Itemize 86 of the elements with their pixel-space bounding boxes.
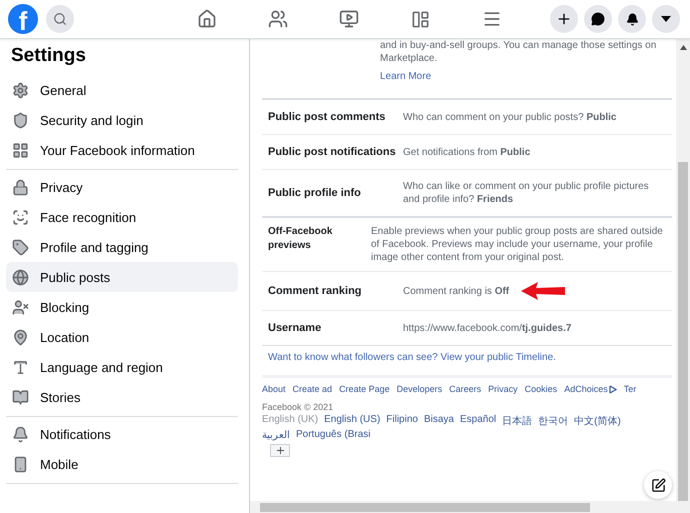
footer-link[interactable]: Create ad (292, 384, 332, 394)
sidebar-item[interactable]: Notifications (6, 419, 238, 449)
setting-value: Who can comment on your public posts? Public (403, 110, 616, 124)
setting-label: Off-Facebook previews (268, 225, 334, 253)
vertical-scrollbar[interactable] (676, 39, 690, 501)
language-link[interactable]: 한국어 (538, 414, 568, 428)
search-icon (53, 12, 67, 26)
sidebar-item[interactable]: Privacy (6, 172, 238, 202)
language-link[interactable]: Português (Brasi (296, 429, 370, 441)
sidebar-item[interactable]: General (6, 75, 238, 105)
language-link[interactable]: 中文(简体) (574, 414, 621, 428)
sidebar-item[interactable]: Security and login (6, 105, 238, 135)
sidebar-item[interactable]: Blocking (6, 292, 238, 322)
phone-icon (12, 456, 29, 472)
settings-title: Settings (11, 45, 87, 67)
setting-value: Comment ranking is Off (403, 284, 510, 298)
globe-icon (12, 268, 29, 286)
messenger-button[interactable] (584, 5, 612, 33)
settings-row[interactable]: Username https://www.facebook.com/tj.guides.7 (262, 310, 672, 345)
sidebar-item[interactable]: Face recognition (6, 202, 238, 232)
settings-row[interactable]: Public post comments Who can comment on your public posts? Public (262, 98, 672, 134)
setting-value: Enable previews when your public group posts are shared outside of Facebook. Previews may include your username, your profile image other content from your original post. (371, 225, 664, 264)
sidebar-item[interactable]: Your Facebook information (6, 135, 238, 165)
sidebar-item[interactable]: Profile and tagging (6, 232, 238, 262)
settings-row[interactable]: Public post notifications Get notifications from Public (262, 134, 672, 169)
setting-label: Username (268, 321, 322, 335)
language-link[interactable]: English (US) (324, 414, 380, 428)
map-pin-icon (12, 328, 29, 346)
sidebar-item[interactable]: Public posts (6, 262, 238, 292)
plus-icon (274, 445, 286, 456)
setting-value: Who can like or comment on your public profile pictures and profile info? Friends (403, 180, 650, 206)
setting-value: Get notifications from Public (403, 146, 530, 158)
adchoices-icon (608, 384, 617, 394)
settings-row[interactable]: Comment ranking Comment ranking is Off (262, 271, 672, 310)
setting-value: https://www.facebook.com/tj.guides.7 (403, 322, 572, 334)
public-timeline-link[interactable]: Want to know what followers can see? View your public Timeline. (262, 345, 672, 375)
bell-icon (12, 426, 29, 442)
bell-icon (626, 12, 638, 26)
footer-link[interactable]: Developers (396, 384, 442, 394)
create-button[interactable] (550, 5, 578, 33)
add-language-button[interactable] (270, 444, 290, 457)
language-link[interactable]: Filipino (386, 414, 418, 428)
footer-link[interactable]: Cookies (524, 384, 558, 394)
plus-icon (556, 11, 572, 27)
setting-label: Public profile info (268, 186, 362, 200)
account-menu-button[interactable] (652, 5, 680, 33)
footer-link[interactable]: Ter (624, 384, 636, 394)
compose-button[interactable] (644, 471, 672, 499)
footer-link[interactable]: About (262, 384, 286, 394)
caret-icon (661, 16, 671, 22)
setting-label: Comment ranking (268, 284, 363, 298)
footer-link[interactable]: Create Page (339, 384, 390, 394)
grid-icon (12, 142, 29, 158)
sidebar-item[interactable]: Mobile (6, 449, 238, 479)
sidebar-item[interactable]: Location (6, 322, 238, 352)
learn-more-link[interactable]: Learn More (380, 71, 432, 82)
footer-link[interactable]: AdChoices (564, 384, 617, 394)
gear-icon (12, 82, 29, 98)
setting-label: Public post notifications (268, 145, 397, 159)
footer-link[interactable]: Privacy (488, 384, 518, 394)
notifications-button[interactable] (618, 5, 646, 33)
pen-square-icon (650, 478, 666, 492)
copyright-text: Facebook © 2021 (262, 402, 334, 412)
letters-icon (12, 358, 29, 376)
chat-bubble-icon (591, 12, 605, 26)
user-blocked-icon (12, 298, 29, 316)
lock-icon (12, 178, 29, 196)
language-link[interactable]: Bisaya (424, 414, 454, 428)
footer-link[interactable]: Careers (449, 384, 482, 394)
horizontal-scrollbar[interactable] (250, 501, 690, 513)
scroll-up-icon (680, 45, 686, 50)
sidebar-item[interactable]: Stories (6, 382, 238, 412)
book-icon (12, 388, 29, 406)
language-link[interactable]: Español (460, 414, 496, 428)
setting-label: Public post comments (268, 110, 386, 124)
face-scan-icon (12, 208, 29, 226)
tag-icon (12, 238, 29, 256)
sidebar-item[interactable]: Language and region (6, 352, 238, 382)
language-link[interactable]: العربية (262, 429, 290, 441)
search-button[interactable] (46, 5, 74, 33)
settings-row[interactable]: Public profile info Who can like or comment on your public profile pictures and profile info? Friends (262, 169, 672, 216)
intro-text: and in buy-and-sell groups. You can manage those settings on Marketplace. (380, 39, 658, 65)
shield-icon (12, 112, 29, 128)
facebook-logo[interactable]: f (8, 4, 38, 34)
language-link[interactable]: 日本語 (502, 414, 532, 428)
settings-row[interactable]: Off-Facebook previews Enable previews when your public group posts are shared outside of Facebook. Previews may include your username, your profile image other content from your original post. (262, 216, 672, 271)
